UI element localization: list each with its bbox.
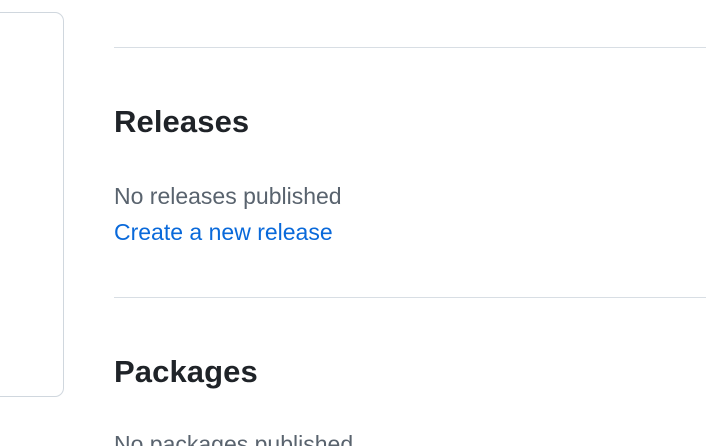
no-packages-text: No packages published	[114, 431, 354, 446]
section-divider	[114, 297, 706, 298]
packages-heading[interactable]: Packages	[114, 354, 258, 390]
releases-heading[interactable]: Releases	[114, 104, 249, 140]
about-card	[0, 12, 64, 397]
repo-sidebar-page: Releases No releases published Create a …	[0, 0, 726, 446]
create-release-link[interactable]: Create a new release	[114, 218, 333, 246]
section-divider	[114, 47, 706, 48]
no-releases-text: No releases published	[114, 183, 342, 209]
